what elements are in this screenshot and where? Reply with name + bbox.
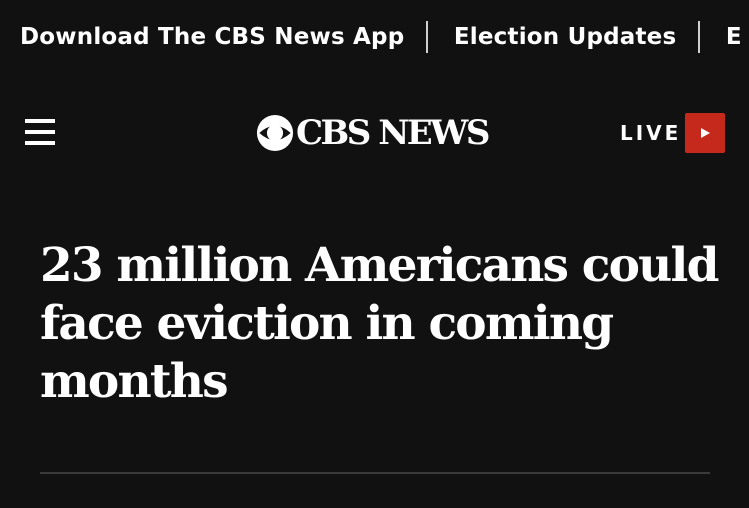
live-play-button[interactable]	[685, 113, 726, 153]
top-promo-bar: Download The CBS News App Election Updat…	[0, 0, 749, 73]
logo-wordmark: CBS NEWS	[296, 113, 490, 153]
article-headline: 23 million Americans could face eviction…	[40, 238, 719, 409]
site-header: CBS NEWS LIVE	[0, 73, 749, 193]
live-button[interactable]: LIVE	[620, 113, 726, 153]
cbs-news-logo[interactable]: CBS NEWS	[256, 113, 490, 153]
download-app-link[interactable]: Download The CBS News App	[20, 24, 404, 50]
hamburger-menu-icon[interactable]	[25, 118, 55, 146]
live-label: LIVE	[620, 121, 682, 145]
cbs-eye-icon	[256, 114, 294, 152]
menu-bar	[25, 130, 55, 134]
menu-bar	[25, 119, 55, 123]
topbar-separator	[426, 20, 428, 53]
play-icon	[701, 128, 711, 138]
menu-bar	[25, 141, 55, 145]
topbar-overflow-link[interactable]: E	[726, 24, 742, 50]
headline-divider	[40, 472, 710, 474]
topbar-separator	[698, 20, 700, 53]
election-updates-link[interactable]: Election Updates	[454, 24, 677, 50]
